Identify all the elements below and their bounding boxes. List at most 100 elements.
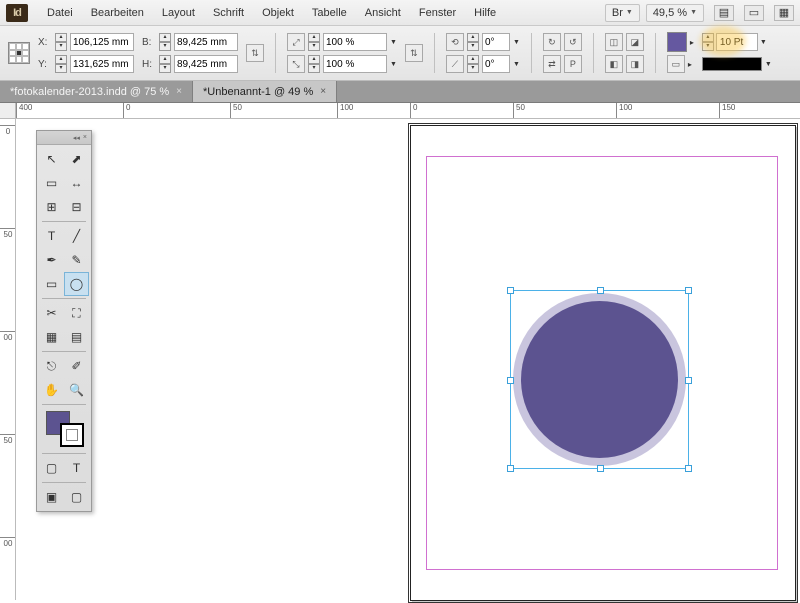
rotate-ccw-icon[interactable]: ↺ [564,33,582,51]
select-container-icon[interactable]: ◫ [605,33,623,51]
apply-container-tool[interactable]: ▢ [39,456,64,480]
menu-help[interactable]: Hilfe [465,7,505,19]
stroke-spinner[interactable]: ▴▾ [702,33,714,51]
close-icon[interactable]: × [83,134,87,141]
scale-y-icon: ⤡ [287,55,305,73]
fill-swatch[interactable] [667,32,687,52]
scalex-spinner[interactable]: ▴▾ [308,33,320,51]
y-label: Y: [38,59,52,70]
gradient-swatch-tool[interactable]: ▦ [39,325,64,349]
tab-label: *fotokalender-2013.indd @ 75 % [10,86,169,98]
eyedropper-tool[interactable]: ✐ [64,354,89,378]
tab-label: *Unbenannt-1 @ 49 % [203,86,313,98]
note-tool[interactable]: ⎋ [39,354,64,378]
ruler-origin[interactable] [0,103,16,119]
bridge-button[interactable]: Br▼ [605,4,640,22]
x-spinner[interactable]: ▴▾ [55,33,67,51]
flip-h-icon[interactable]: ⇄ [543,55,561,73]
menu-view[interactable]: Ansicht [356,7,410,19]
rot-spinner[interactable]: ▴▾ [467,33,479,51]
close-icon[interactable]: × [320,86,326,97]
scaley-spinner[interactable]: ▴▾ [308,55,320,73]
zoom-tool[interactable]: 🔍 [64,378,89,402]
view-options-icon[interactable]: ▤ [714,5,734,21]
scissors-tool[interactable]: ✂ [39,301,64,325]
doc-tab-1[interactable]: *Unbenannt-1 @ 49 % × [193,81,337,102]
handle-nw[interactable] [507,287,514,294]
handle-w[interactable] [507,377,514,384]
selection-tool[interactable]: ↖ [39,147,64,171]
reference-point[interactable] [8,42,30,64]
scalex-input[interactable] [323,33,387,51]
select-prev-icon[interactable]: ◧ [605,55,623,73]
horizontal-ruler[interactable]: 400050100050100150200 [16,103,800,119]
rotate-input[interactable] [482,33,510,51]
gap-tool[interactable]: ↔ [64,171,89,195]
close-icon[interactable]: × [176,86,182,97]
app-icon: Id [6,4,28,22]
w-label: B: [142,37,156,48]
y-spinner[interactable]: ▴▾ [55,55,67,73]
handle-se[interactable] [685,465,692,472]
w-input[interactable] [174,33,238,51]
arrange-icon[interactable]: ▦ [774,5,794,21]
rectangle-frame-tool[interactable]: ▭ [39,272,64,296]
line-tool[interactable]: ╱ [64,224,89,248]
w-spinner[interactable]: ▴▾ [159,33,171,51]
content-collector-tool[interactable]: ⊞ [39,195,64,219]
select-next-icon[interactable]: ◨ [626,55,644,73]
zoom-level[interactable]: 49,5 %▼ [646,4,704,22]
rotate-cw-icon[interactable]: ↻ [543,33,561,51]
menu-object[interactable]: Objekt [253,7,303,19]
menu-edit[interactable]: Bearbeiten [82,7,153,19]
shear-spinner[interactable]: ▴▾ [467,55,479,73]
handle-s[interactable] [597,465,604,472]
h-spinner[interactable]: ▴▾ [159,55,171,73]
menu-file[interactable]: Datei [38,7,82,19]
p-icon[interactable]: P [564,55,582,73]
pen-tool[interactable]: ✒ [39,248,64,272]
gradient-feather-tool[interactable]: ▤ [64,325,89,349]
rotate-icon: ⟲ [446,33,464,51]
menu-type[interactable]: Schrift [204,7,253,19]
scaley-input[interactable] [323,55,387,73]
select-content-icon[interactable]: ◪ [626,33,644,51]
apply-text-tool[interactable]: T [64,456,89,480]
menu-table[interactable]: Tabelle [303,7,356,19]
type-tool[interactable]: T [39,224,64,248]
handle-e[interactable] [685,377,692,384]
ellipse-tool[interactable]: ◯ [64,272,89,296]
constrain-scale-icon[interactable]: ⇅ [405,44,423,62]
toolbox-panel: ◂◂× ↖ ⬈ ▭ ↔ ⊞ ⊟ T ╱ ✒ ✎ ▭ ◯ ✂ ⛶ ▦ ▤ ⎋ ✐ … [36,130,92,512]
view-mode-normal[interactable]: ▣ [39,485,64,509]
handle-n[interactable] [597,287,604,294]
menu-window[interactable]: Fenster [410,7,465,19]
stroke-weight-input[interactable] [716,33,758,51]
fill-stroke-swatches[interactable] [44,409,84,449]
doc-tab-0[interactable]: *fotokalender-2013.indd @ 75 % × [0,81,193,102]
menu-layout[interactable]: Layout [153,7,204,19]
screen-mode-icon[interactable]: ▭ [744,5,764,21]
free-transform-tool[interactable]: ⛶ [64,301,89,325]
stroke-align-icon[interactable]: ▭ [667,55,685,73]
collapse-icon[interactable]: ◂◂ [73,134,80,142]
stroke-style[interactable] [702,57,762,71]
content-placer-tool[interactable]: ⊟ [64,195,89,219]
y-input[interactable] [70,55,134,73]
h-input[interactable] [174,55,238,73]
shear-input[interactable] [482,55,510,73]
shear-icon: ⟋ [446,55,464,73]
page-tool[interactable]: ▭ [39,171,64,195]
x-input[interactable] [70,33,134,51]
handle-ne[interactable] [685,287,692,294]
pencil-tool[interactable]: ✎ [64,248,89,272]
panel-header[interactable]: ◂◂× [37,131,91,145]
constrain-wh-icon[interactable]: ⇅ [246,44,264,62]
hand-tool[interactable]: ✋ [39,378,64,402]
canvas[interactable] [16,119,800,600]
view-mode-preview[interactable]: ▢ [64,485,89,509]
vertical-ruler[interactable]: 050005000 [0,119,16,600]
selection-bounding-box[interactable] [510,290,689,469]
handle-sw[interactable] [507,465,514,472]
direct-selection-tool[interactable]: ⬈ [64,147,89,171]
